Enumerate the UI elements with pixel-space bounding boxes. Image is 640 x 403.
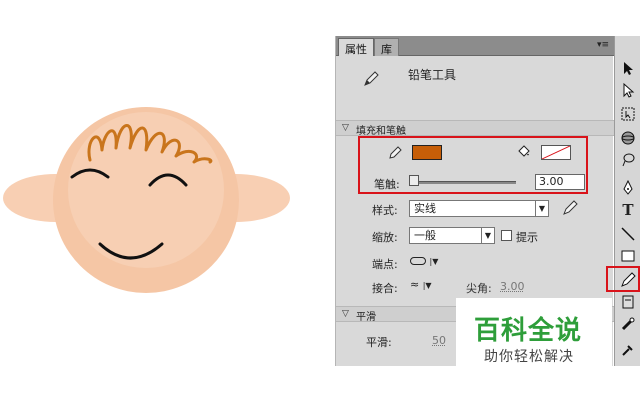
highlight-box-pencil-tool <box>606 266 640 292</box>
scale-label: 缩放: <box>372 231 398 244</box>
smooth-value[interactable]: 50 <box>432 334 446 347</box>
chevron-down-icon: |▼ <box>422 281 432 290</box>
tab-library[interactable]: 库 <box>374 38 399 56</box>
collapse-triangle-icon[interactable]: ▽ <box>342 123 349 133</box>
tool-header: 铅笔工具 <box>336 57 614 117</box>
style-select[interactable]: 实线 ▼ <box>409 200 549 217</box>
panel-tabbar: 属性 库 ▾≡ <box>336 36 614 56</box>
watermark-title: 百科全说 <box>474 316 583 346</box>
scale-select-value: 一般 <box>414 229 436 242</box>
chevron-down-icon: ▼ <box>535 201 548 216</box>
face-drawing <box>3 107 290 293</box>
free-transform-tool-icon[interactable] <box>620 106 636 122</box>
selection-tool-icon[interactable] <box>620 60 636 76</box>
join-label: 接合: <box>372 282 398 295</box>
toolbox: T <box>614 36 640 366</box>
rectangle-tool-icon[interactable] <box>620 248 636 264</box>
section-fill-stroke-label: 填充和笔触 <box>356 126 406 137</box>
highlight-box-fill-stroke <box>358 136 588 194</box>
watermark: 百科全说 助你轻松解决 <box>456 298 612 370</box>
line-tool-icon[interactable] <box>620 226 636 242</box>
style-select-value: 实线 <box>414 202 436 215</box>
edit-stroke-style-icon[interactable] <box>562 200 578 216</box>
cap-label: 端点: <box>372 258 398 271</box>
scale-select[interactable]: 一般 ▼ <box>409 227 495 244</box>
tool-name: 铅笔工具 <box>408 68 457 82</box>
bone-tool-icon[interactable] <box>620 316 636 332</box>
join-select[interactable]: ≈ |▼ <box>410 278 444 293</box>
section-smooth-label: 平滑 <box>356 312 376 323</box>
cap-select[interactable]: |▼ <box>410 254 444 269</box>
smooth-label: 平滑: <box>366 336 392 349</box>
chevron-down-icon: |▼ <box>429 257 439 266</box>
round-join-icon: ≈ <box>410 278 420 291</box>
stage-canvas[interactable] <box>0 0 334 400</box>
section-fill-stroke[interactable]: ▽ 填充和笔触 <box>336 120 614 137</box>
pen-tool-icon[interactable] <box>620 180 636 196</box>
text-tool-icon[interactable]: T <box>620 202 636 218</box>
chevron-down-icon: ▼ <box>481 228 494 243</box>
miter-value[interactable]: 3.00 <box>500 280 525 293</box>
tab-properties[interactable]: 属性 <box>338 38 374 56</box>
round-cap-icon <box>410 257 426 265</box>
miter-label: 尖角: <box>466 282 492 295</box>
hint-checkbox[interactable] <box>501 230 512 241</box>
deco-tool-icon[interactable] <box>620 294 636 310</box>
collapse-triangle-icon[interactable]: ▽ <box>342 309 349 319</box>
watermark-subtitle: 助你轻松解决 <box>484 349 574 365</box>
bind-tool-icon[interactable] <box>620 342 636 358</box>
3d-rotation-tool-icon[interactable] <box>620 130 636 146</box>
hint-label: 提示 <box>516 231 538 244</box>
pencil-tool-icon <box>364 71 379 86</box>
panel-menu-icon[interactable]: ▾≡ <box>596 39 610 52</box>
lasso-tool-icon[interactable] <box>620 152 636 168</box>
style-label: 样式: <box>372 204 398 217</box>
subselection-tool-icon[interactable] <box>620 82 636 98</box>
